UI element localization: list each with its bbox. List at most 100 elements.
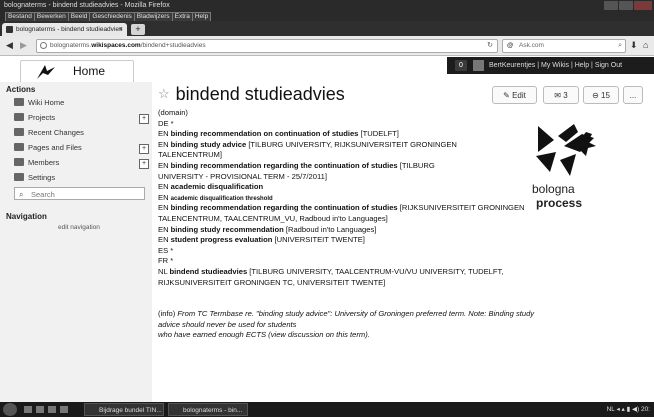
search-icon[interactable]: ⌕: [618, 40, 622, 52]
star-icon[interactable]: ☆: [158, 86, 170, 101]
content-text: [TILBURG UNIVERSITY, TAALCENTRUM-VU/VU U…: [247, 266, 504, 276]
sidebar-item-label: Members: [28, 158, 60, 167]
edit-button[interactable]: ✎ Edit: [492, 86, 537, 104]
term-text: student progress evaluation: [170, 235, 273, 245]
user-links[interactable]: BertKeurentjes | My Wikis | Help | Sign …: [489, 57, 622, 74]
history-count: 15: [601, 91, 610, 100]
quicklaunch-icon[interactable]: [24, 406, 32, 413]
content-line: [158, 288, 578, 299]
start-button[interactable]: [3, 403, 17, 416]
content-line: (info) From TC Termbase re. "binding stu…: [158, 309, 578, 320]
sidebar-item-label: Wiki Home: [28, 98, 65, 107]
content-text: [TILBURG UNIVERSITY, RIJKSUNIVERSITEIT G…: [246, 139, 457, 149]
more-button[interactable]: ...: [623, 86, 643, 104]
content-line: EN student progress evaluation [UNIVERSI…: [158, 235, 578, 246]
page-title: ☆ bindend studieadvies: [158, 84, 345, 105]
content-text: RIJKSUNIVERSITEIT GRONINGEN TC, UNIVERSI…: [158, 277, 386, 287]
home-icon[interactable]: ⌂: [643, 39, 648, 51]
term-text: binding recommendation regarding the con…: [170, 160, 398, 170]
search-engine-bar[interactable]: @ Ask.com ⌕: [502, 39, 626, 53]
content-text: UNIVERSITY - PROVISIONAL TERM - 25/7/201…: [158, 171, 327, 181]
sidebar-item-label: Settings: [28, 173, 56, 182]
sidebar-item-settings[interactable]: Settings: [14, 172, 55, 184]
system-tray: NL ◂ ▴ ▮ ◀) 20:: [606, 406, 650, 413]
content-text: NL: [158, 266, 170, 276]
download-icon[interactable]: ⬇: [630, 39, 638, 51]
term-text: bindend studieadvies: [169, 266, 248, 276]
comments-button[interactable]: ✉ 3: [543, 86, 579, 104]
favicon-icon: [6, 26, 13, 33]
content-text: EN: [158, 160, 171, 170]
window-controls: [604, 1, 652, 10]
home-link[interactable]: Home: [20, 60, 134, 84]
maximize-button[interactable]: [619, 1, 633, 10]
content-text: [TILBURG: [397, 160, 435, 170]
history-button[interactable]: ⊖ 15: [583, 86, 619, 104]
content-line: [158, 299, 578, 310]
minimize-button[interactable]: [604, 1, 618, 10]
content-line: UNIVERSITY - PROVISIONAL TERM - 25/7/201…: [158, 172, 578, 183]
sidebar-item-wiki-home[interactable]: Wiki Home: [14, 97, 64, 109]
history-icon: ⊖: [592, 91, 599, 100]
term-text: academic disqualification: [170, 182, 264, 192]
content-text: advice should never be used for students: [158, 319, 297, 329]
projects-icon: [14, 113, 24, 121]
url-bar[interactable]: bolognaterms.wikispaces.com/bindend+stud…: [36, 39, 498, 53]
content-line: EN binding recommendation regarding the …: [158, 203, 578, 214]
content-text: (info): [158, 309, 178, 319]
avatar[interactable]: [473, 60, 484, 71]
search-engine-placeholder: Ask.com: [519, 42, 544, 49]
back-icon[interactable]: ◀: [6, 39, 13, 51]
search-input[interactable]: ⌕ Search: [14, 187, 145, 200]
content-line: TALENCENTRUM, TAALCENTRUM_VU, Radboud in…: [158, 214, 578, 225]
close-window-button[interactable]: [634, 1, 652, 10]
forward-icon[interactable]: ▶: [20, 39, 27, 51]
add-member-button[interactable]: +: [139, 159, 149, 169]
taskbar-item-word[interactable]: Bijdrage bundel TIN...: [84, 403, 164, 416]
globe-icon: [40, 42, 47, 49]
content-text: EN: [158, 203, 171, 213]
add-project-button[interactable]: +: [139, 114, 149, 124]
content-line: EN binding recommendation on continuatio…: [158, 129, 578, 140]
sidebar-item-members[interactable]: Members: [14, 157, 59, 169]
content-text: who have earned enough ECTS (view discus…: [158, 330, 370, 340]
tab-bar: bolognaterms - bindend studieadvies × +: [0, 21, 654, 36]
content-line: FR *: [158, 256, 578, 267]
add-page-button[interactable]: +: [139, 144, 149, 154]
content-text: [RIJKSUNIVERSITEIT GRONINGEN: [397, 203, 525, 213]
quicklaunch-icon[interactable]: [48, 406, 56, 413]
sidebar-item-recent-changes[interactable]: Recent Changes: [14, 127, 84, 139]
content-line: EN binding recommendation regarding the …: [158, 161, 578, 172]
members-icon: [14, 158, 24, 166]
reload-icon[interactable]: ↻: [487, 40, 493, 52]
comments-icon: ✉: [554, 91, 561, 100]
comments-count: 3: [563, 91, 568, 100]
content-text: [UNIVERSITEIT TWENTE]: [272, 235, 365, 245]
quicklaunch-icon[interactable]: [36, 406, 44, 413]
browser-tab[interactable]: bolognaterms - bindend studieadvies ×: [2, 23, 127, 36]
content-line: RIJKSUNIVERSITEIT GRONINGEN TC, UNIVERSI…: [158, 278, 578, 289]
navigation-bar: ◀ ▶ bolognaterms.wikispaces.com/bindend+…: [0, 36, 654, 56]
content-text: (domain): [158, 108, 188, 117]
content-text: FR *: [158, 256, 174, 266]
content-line: EN binding study advice [TILBURG UNIVERS…: [158, 140, 578, 151]
content-text: [TUDELFT]: [358, 129, 399, 139]
sidebar-item-pages-and-files[interactable]: Pages and Files: [14, 142, 82, 154]
content-text: EN: [158, 224, 171, 234]
taskbar-item-firefox[interactable]: bolognaterms - bin...: [168, 403, 248, 416]
quicklaunch-icon[interactable]: [60, 406, 68, 413]
notification-count[interactable]: 0: [455, 60, 467, 71]
term-text: binding study recommendation: [170, 224, 284, 234]
term-text: binding recommendation regarding the con…: [170, 203, 398, 213]
edit-navigation-link[interactable]: edit navigation: [58, 224, 100, 231]
content-text: TALENCENTRUM]: [158, 150, 222, 160]
tab-close-icon[interactable]: ×: [119, 23, 123, 36]
home-label: Home: [73, 64, 106, 78]
window-titlebar: bolognaterms - bindend studieadvies - Mo…: [0, 0, 654, 11]
new-tab-button[interactable]: +: [131, 24, 145, 35]
term-text: academic disqualification threshold: [170, 195, 273, 202]
content-line: EN binding study recommendation [Radboud…: [158, 225, 578, 236]
page-title-text: bindend studieadvies: [175, 84, 345, 104]
sidebar-item-projects[interactable]: Projects: [14, 112, 55, 124]
search-icon: ⌕: [19, 190, 24, 199]
